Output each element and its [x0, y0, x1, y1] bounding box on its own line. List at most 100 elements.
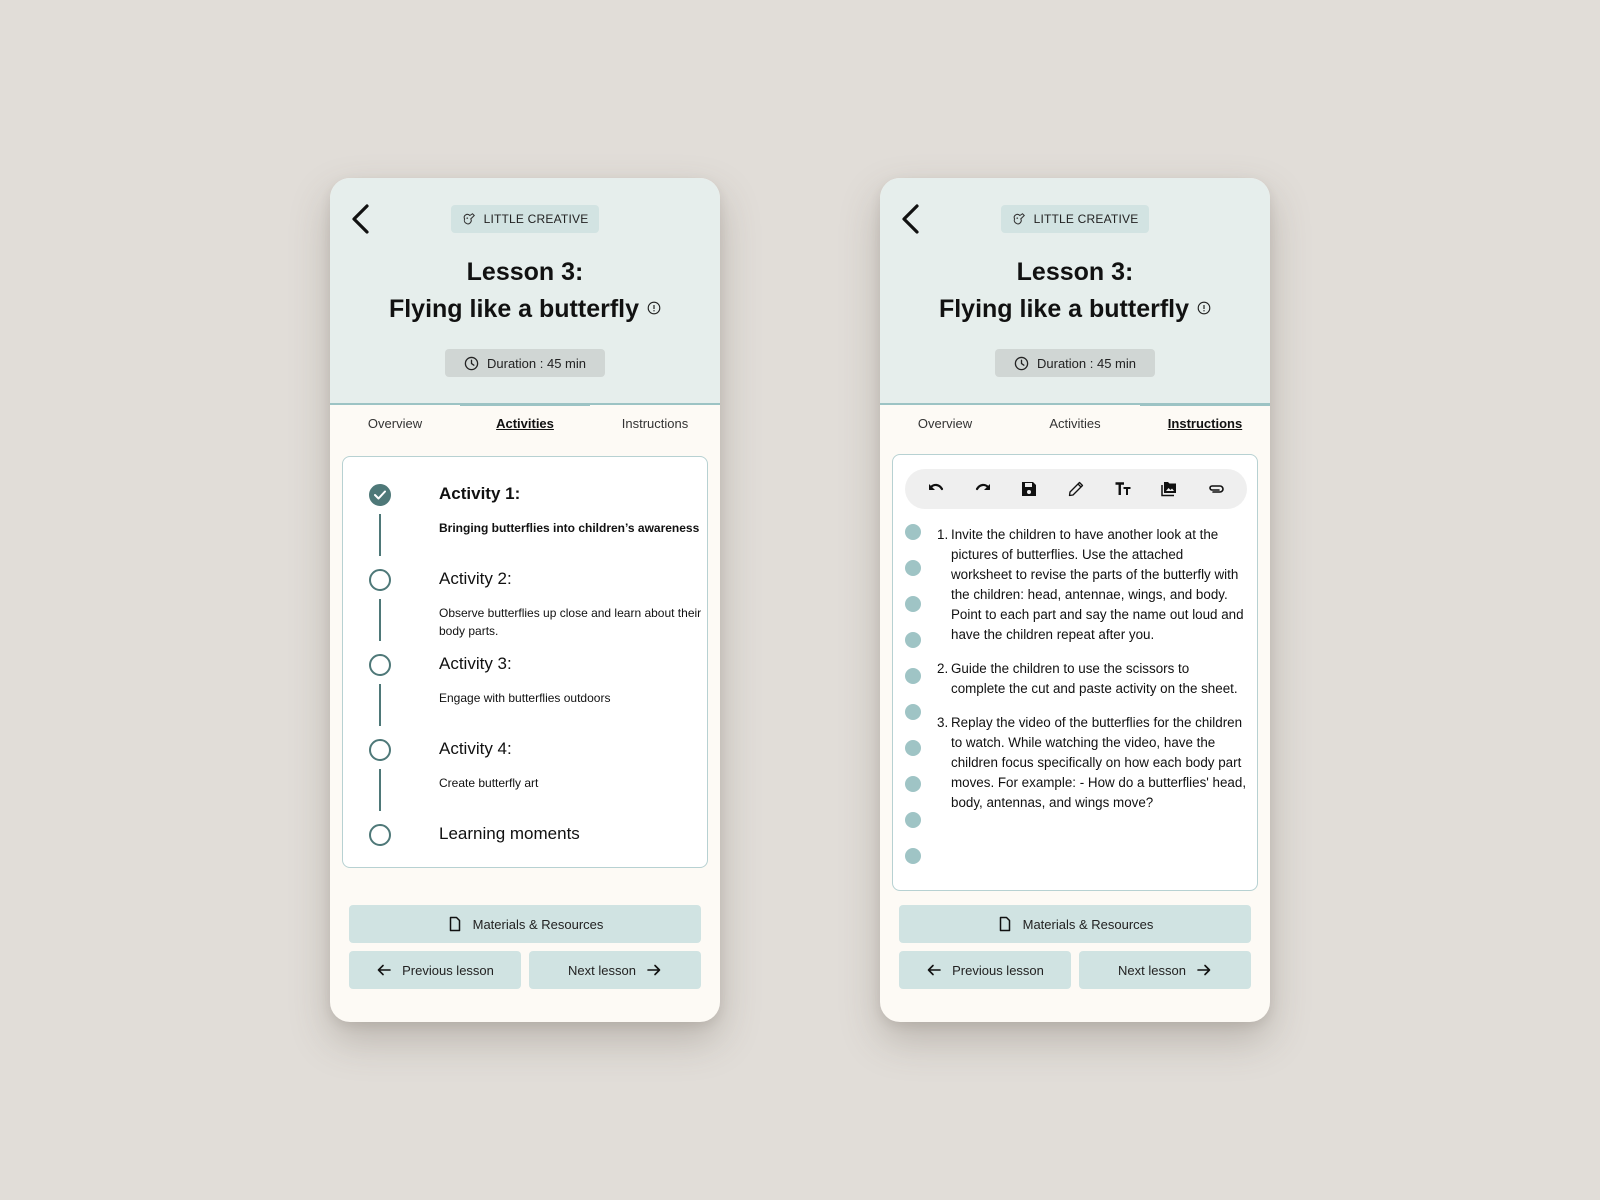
activity-title: Activity 2:: [439, 569, 512, 588]
next-label: Next lesson: [568, 962, 636, 978]
instruction-text: Invite the children to have another look…: [951, 527, 1244, 642]
instruction-number: 3.: [937, 715, 949, 730]
chevron-left-icon: [352, 204, 369, 234]
instruction-item[interactable]: 3. Replay the video of the butterflies fo…: [937, 713, 1247, 813]
activity-title: Learning moments: [439, 824, 580, 843]
step-marker: [905, 596, 921, 612]
step-marker: [905, 632, 921, 648]
next-label: Next lesson: [1118, 962, 1186, 978]
step-marker: [905, 524, 921, 540]
previous-label: Previous lesson: [402, 962, 494, 978]
activity-description: Engage with butterflies outdoors: [439, 691, 611, 705]
activity-title: Activity 1:: [439, 484, 521, 503]
timeline-connector: [379, 514, 381, 556]
materials-label: Materials & Resources: [1022, 916, 1154, 932]
back-button[interactable]: [346, 200, 376, 238]
text-size-icon: [1115, 482, 1131, 495]
instructions-screen: LITTLE CREATIVE Lesson 3: Flying like a …: [880, 178, 1270, 1022]
duration-text: Duration : 45 min: [1037, 355, 1136, 371]
save-icon: [1022, 482, 1037, 496]
step-marker: [905, 560, 921, 576]
lesson-name: Flying like a butterfly: [938, 295, 1190, 323]
empty-circle-icon: [369, 824, 391, 846]
undo-icon: [929, 483, 944, 491]
lesson-title: Lesson 3: Flying like a butterfly: [880, 254, 1270, 328]
redo-icon: [975, 483, 990, 491]
empty-circle-icon: [369, 569, 391, 591]
instruction-text: Guide the children to use the scissors t…: [951, 661, 1238, 696]
step-markers: [905, 524, 923, 884]
tab-activities[interactable]: Activities: [460, 403, 590, 441]
activities-screen: LITTLE CREATIVE Lesson 3: Flying like a …: [330, 178, 720, 1022]
check-circle-icon: [369, 484, 391, 506]
activity-description: Observe butterflies up close and learn a…: [439, 606, 702, 638]
materials-resources-button[interactable]: Materials & Resources: [349, 905, 701, 943]
instruction-item[interactable]: 1. Invite the children to have another lo…: [937, 525, 1247, 645]
lesson-tabs: Overview Activities Instructions: [330, 403, 720, 441]
text-size-button[interactable]: [1112, 478, 1134, 500]
save-button[interactable]: [1018, 478, 1040, 500]
timeline-connector: [379, 684, 381, 726]
chevron-left-icon: [902, 204, 919, 234]
arrow-left-icon: [377, 964, 391, 976]
duration-text: Duration : 45 min: [487, 355, 586, 371]
timeline-connector: [379, 769, 381, 811]
previous-label: Previous lesson: [952, 962, 1044, 978]
palette-brush-icon: [463, 213, 475, 225]
tab-instructions[interactable]: Instructions: [590, 405, 720, 441]
lesson-number: Lesson 3:: [466, 258, 584, 286]
activities-card: Activity 1: Bringing butterflies into ch…: [342, 456, 708, 868]
editor-toolbar: [905, 469, 1247, 509]
info-icon[interactable]: [1197, 301, 1211, 315]
lesson-tabs: Overview Activities Instructions: [880, 403, 1270, 441]
lesson-number: Lesson 3:: [1016, 258, 1134, 286]
arrow-right-icon: [1197, 964, 1211, 976]
category-badge: LITTLE CREATIVE: [1001, 205, 1149, 233]
instruction-text: Replay the video of the butterflies for …: [951, 715, 1247, 810]
arrow-left-icon: [927, 964, 941, 976]
tab-activities[interactable]: Activities: [1010, 405, 1140, 441]
lesson-header: LITTLE CREATIVE Lesson 3: Flying like a …: [880, 178, 1270, 405]
attach-button[interactable]: [1205, 478, 1227, 500]
empty-circle-icon: [369, 654, 391, 676]
pencil-icon: [1068, 481, 1084, 497]
step-marker: [905, 776, 921, 792]
next-lesson-button[interactable]: Next lesson: [1079, 951, 1251, 989]
instruction-number: 1.: [937, 527, 949, 542]
lesson-name: Flying like a butterfly: [388, 295, 640, 323]
edit-button[interactable]: [1065, 478, 1087, 500]
redo-button[interactable]: [972, 478, 994, 500]
undo-button[interactable]: [925, 478, 947, 500]
step-marker: [905, 812, 921, 828]
materials-resources-button[interactable]: Materials & Resources: [899, 905, 1251, 943]
activity-description: Create butterfly art: [439, 776, 539, 790]
instructions-editor: 1. Invite the children to have another lo…: [892, 454, 1258, 891]
attachment-icon: [1208, 485, 1224, 493]
category-badge: LITTLE CREATIVE: [451, 205, 599, 233]
step-marker: [905, 704, 921, 720]
tab-overview[interactable]: Overview: [880, 405, 1010, 441]
previous-lesson-button[interactable]: Previous lesson: [899, 951, 1071, 989]
duration-badge: Duration : 45 min: [445, 349, 605, 377]
step-marker: [905, 740, 921, 756]
arrow-right-icon: [647, 964, 661, 976]
step-marker: [905, 848, 921, 864]
badge-label: LITTLE CREATIVE: [483, 212, 589, 226]
back-button[interactable]: [896, 200, 926, 238]
duration-badge: Duration : 45 min: [995, 349, 1155, 377]
activity-description: Bringing butterflies into children’s awa…: [439, 521, 700, 535]
info-icon[interactable]: [647, 301, 661, 315]
tab-overview[interactable]: Overview: [330, 405, 460, 441]
document-icon: [999, 916, 1010, 932]
insert-image-button[interactable]: [1158, 478, 1180, 500]
lesson-title: Lesson 3: Flying like a butterfly: [330, 254, 720, 328]
instruction-item[interactable]: 2. Guide the children to use the scissors…: [937, 659, 1247, 699]
next-lesson-button[interactable]: Next lesson: [529, 951, 701, 989]
clock-icon: [1014, 356, 1029, 370]
tab-instructions[interactable]: Instructions: [1140, 403, 1270, 441]
instructions-list[interactable]: 1. Invite the children to have another lo…: [937, 525, 1247, 827]
timeline-connector: [379, 599, 381, 641]
document-icon: [449, 916, 460, 932]
lesson-header: LITTLE CREATIVE Lesson 3: Flying like a …: [330, 178, 720, 405]
previous-lesson-button[interactable]: Previous lesson: [349, 951, 521, 989]
